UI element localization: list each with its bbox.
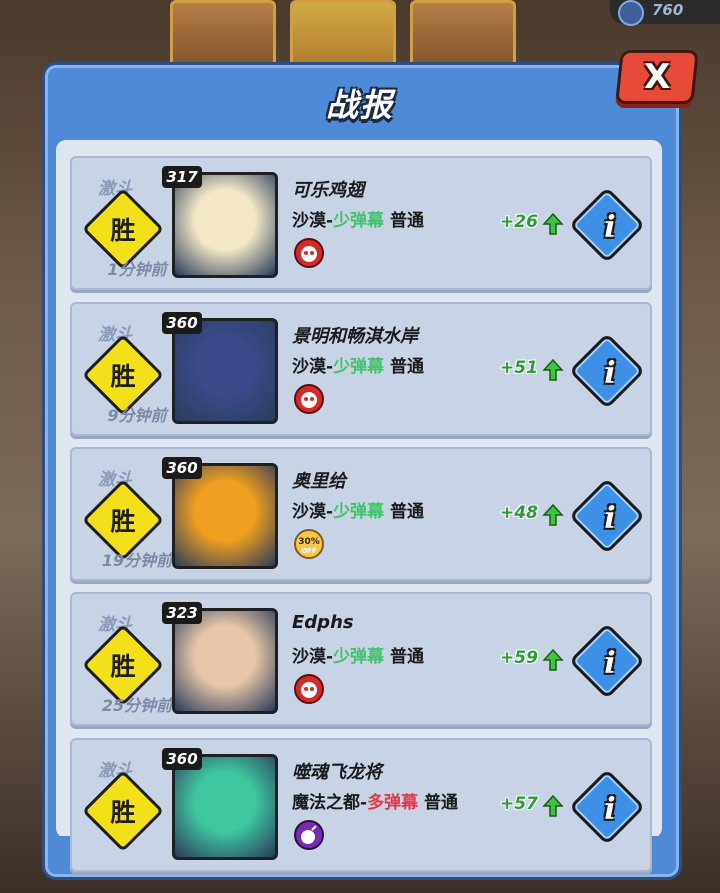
map-name: 沙漠- xyxy=(292,211,334,231)
map-name: 沙漠- xyxy=(292,357,334,377)
bg-card xyxy=(410,0,516,68)
difficulty: 普通 xyxy=(389,357,424,377)
score-change: +57 xyxy=(500,794,538,814)
red-horn-icon xyxy=(294,384,324,414)
coin-value: 760 xyxy=(652,1,684,19)
map-info: 沙漠-少弹幕 普通 xyxy=(292,206,424,231)
up-arrow-icon xyxy=(542,794,564,817)
map-name: 魔法之都- xyxy=(292,793,368,813)
score-change: +51 xyxy=(500,358,538,378)
player-level: 317 xyxy=(162,166,202,188)
map-info: 魔法之都-多弹幕 普通 xyxy=(292,788,458,813)
player-name: 奥里给 xyxy=(292,471,346,492)
result-label: 胜 xyxy=(110,362,136,391)
info-icon: i xyxy=(604,209,616,245)
ammo-mode: 少弹幕 xyxy=(333,647,385,667)
background-cards xyxy=(170,0,590,70)
player-name: 可乐鸡翅 xyxy=(292,180,364,201)
info-icon: i xyxy=(604,355,616,391)
up-arrow-icon xyxy=(542,358,564,381)
difficulty: 普通 xyxy=(389,502,424,522)
info-icon: i xyxy=(604,500,616,536)
ammo-mode: 少弹幕 xyxy=(333,211,385,231)
ammo-mode: 少弹幕 xyxy=(333,357,385,377)
result-label: 胜 xyxy=(110,507,136,536)
player-level: 360 xyxy=(162,457,202,479)
dialog-title: 战报 xyxy=(325,86,394,124)
result-label: 胜 xyxy=(110,652,136,681)
difficulty: 普通 xyxy=(423,793,458,813)
map-name: 沙漠- xyxy=(292,502,334,522)
difficulty: 普通 xyxy=(389,647,424,667)
player-level: 323 xyxy=(162,602,202,624)
up-arrow-icon xyxy=(542,648,564,671)
result-label: 胜 xyxy=(110,216,136,245)
player-name: 景明和畅淇水岸 xyxy=(292,326,418,347)
map-name: 沙漠- xyxy=(292,647,334,667)
red-demon-icon xyxy=(294,674,324,704)
close-button[interactable]: X xyxy=(615,50,699,104)
player-name: 噬魂飞龙将 xyxy=(292,762,382,783)
svg-text:OFF: OFF xyxy=(301,547,317,555)
star-coin-icon xyxy=(618,0,644,26)
bg-card xyxy=(290,0,396,68)
result-label: 胜 xyxy=(110,798,136,827)
map-info: 沙漠-少弹幕 普通 xyxy=(292,497,424,522)
ammo-mode: 多弹幕 xyxy=(367,793,419,813)
battle-record-row: 激斗 胜 360 噬魂飞龙将 魔法之都-多弹幕 普通 +57 i xyxy=(70,738,652,872)
score-change: +26 xyxy=(500,212,538,232)
coin-counter: 760 xyxy=(610,0,720,26)
player-level: 360 xyxy=(162,312,202,334)
player-name: Edphs xyxy=(292,612,354,633)
ammo-mode: 少弹幕 xyxy=(333,502,385,522)
battle-record-row: 激斗 胜 25分钟前 323 Edphs 沙漠-少弹幕 普通 +59 i xyxy=(70,592,652,726)
info-icon: i xyxy=(604,791,616,827)
battle-record-row: 激斗 胜 9分钟前 360 景明和畅淇水岸 沙漠-少弹幕 普通 +51 i xyxy=(70,302,652,436)
difficulty: 普通 xyxy=(389,211,424,231)
red-demon-icon xyxy=(294,238,324,268)
map-info: 沙漠-少弹幕 普通 xyxy=(292,352,424,377)
svg-text:30%: 30% xyxy=(298,537,320,547)
battle-record-row: 激斗 胜 1分钟前 317 可乐鸡翅 沙漠-少弹幕 普通 +26 i xyxy=(70,156,652,290)
close-icon: X xyxy=(643,57,671,97)
score-change: +59 xyxy=(500,648,538,668)
up-arrow-icon xyxy=(542,212,564,235)
score-change: +48 xyxy=(500,503,538,523)
info-icon: i xyxy=(604,645,616,681)
bg-card xyxy=(170,0,276,68)
discount-30-off-icon: 30% OFF xyxy=(294,529,324,559)
purple-bomb-icon xyxy=(294,820,324,850)
map-info: 沙漠-少弹幕 普通 xyxy=(292,642,424,667)
battle-record-row: 激斗 胜 19分钟前 360 奥里给 沙漠-少弹幕 普通 30% OFF +48 … xyxy=(70,447,652,581)
player-level: 360 xyxy=(162,748,202,770)
up-arrow-icon xyxy=(542,503,564,526)
